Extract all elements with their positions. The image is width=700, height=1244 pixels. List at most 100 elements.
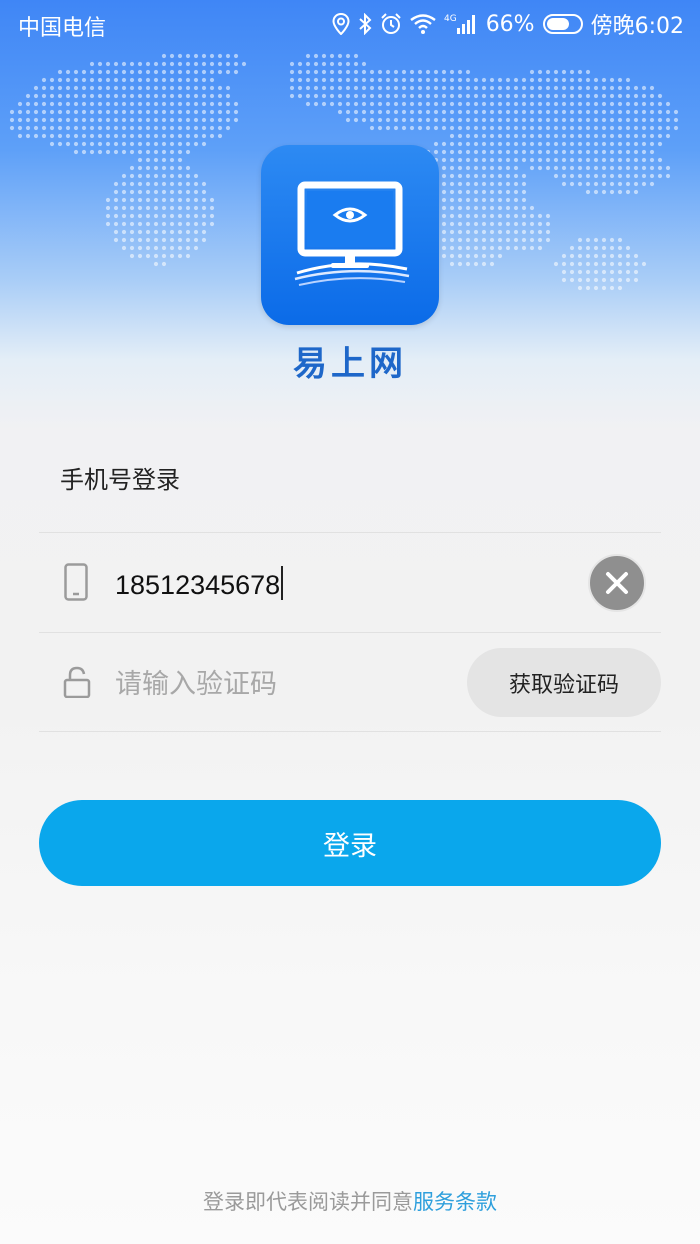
map-dot — [465, 173, 471, 179]
map-dot — [153, 125, 159, 131]
map-dot — [153, 93, 159, 99]
map-dot — [585, 157, 591, 163]
login-button[interactable]: 登录 — [39, 800, 661, 886]
map-dot — [625, 165, 631, 171]
map-dot — [57, 125, 63, 131]
map-dot — [217, 53, 223, 59]
map-dot — [329, 85, 335, 91]
map-dot — [537, 93, 543, 99]
map-dot — [121, 77, 127, 83]
map-dot — [473, 261, 479, 267]
map-dot — [153, 61, 159, 67]
map-dot — [129, 85, 135, 91]
map-dot — [185, 141, 191, 147]
map-dot — [585, 109, 591, 115]
map-dot — [569, 141, 575, 147]
map-dot — [169, 85, 175, 91]
map-dot — [113, 189, 119, 195]
map-dot — [353, 69, 359, 75]
map-dot — [441, 149, 447, 155]
map-dot — [561, 93, 567, 99]
map-dot — [449, 229, 455, 235]
wifi-icon — [409, 14, 436, 34]
map-dot — [57, 141, 63, 147]
map-dot — [193, 221, 199, 227]
map-dot — [353, 53, 359, 59]
map-dot — [161, 53, 167, 59]
map-dot — [89, 125, 95, 131]
map-dot — [585, 141, 591, 147]
map-dot — [481, 109, 487, 115]
map-dot — [297, 85, 303, 91]
map-dot — [665, 133, 671, 139]
map-dot — [633, 173, 639, 179]
map-dot — [617, 149, 623, 155]
map-dot — [489, 173, 495, 179]
map-dot — [353, 117, 359, 123]
map-dot — [89, 61, 95, 67]
get-verification-code-button[interactable]: 获取验证码 — [467, 648, 661, 717]
map-dot — [569, 261, 575, 267]
divider — [39, 632, 661, 633]
phone-input[interactable]: 18512345678 — [115, 566, 284, 601]
map-dot — [113, 133, 119, 139]
map-dot — [521, 141, 527, 147]
map-dot — [321, 69, 327, 75]
map-dot — [457, 157, 463, 163]
map-dot — [561, 157, 567, 163]
map-dot — [505, 173, 511, 179]
map-dot — [121, 205, 127, 211]
map-dot — [625, 149, 631, 155]
map-dot — [41, 101, 47, 107]
map-dot — [577, 85, 583, 91]
map-dot — [577, 93, 583, 99]
map-dot — [57, 117, 63, 123]
map-dot — [513, 181, 519, 187]
map-dot — [521, 189, 527, 195]
map-dot — [185, 149, 191, 155]
map-dot — [137, 149, 143, 155]
map-dot — [585, 237, 591, 243]
map-dot — [73, 93, 79, 99]
map-dot — [81, 69, 87, 75]
map-dot — [529, 205, 535, 211]
map-dot — [625, 173, 631, 179]
terms-of-service-link[interactable]: 服务条款 — [413, 1190, 497, 1214]
clear-phone-button[interactable] — [588, 554, 646, 612]
map-dot — [193, 229, 199, 235]
map-dot — [569, 125, 575, 131]
map-dot — [177, 85, 183, 91]
map-dot — [465, 69, 471, 75]
map-dot — [497, 221, 503, 227]
map-dot — [585, 277, 591, 283]
map-dot — [97, 77, 103, 83]
map-dot — [649, 125, 655, 131]
map-dot — [457, 93, 463, 99]
map-dot — [185, 109, 191, 115]
map-dot — [457, 197, 463, 203]
map-dot — [457, 109, 463, 115]
map-dot — [481, 125, 487, 131]
map-dot — [329, 61, 335, 67]
verification-code-input[interactable] — [115, 664, 445, 704]
map-dot — [129, 165, 135, 171]
map-dot — [369, 93, 375, 99]
map-dot — [225, 93, 231, 99]
map-dot — [601, 77, 607, 83]
map-dot — [577, 125, 583, 131]
map-dot — [145, 85, 151, 91]
map-dot — [593, 77, 599, 83]
map-dot — [481, 221, 487, 227]
map-dot — [145, 189, 151, 195]
map-dot — [585, 189, 591, 195]
map-dot — [649, 101, 655, 107]
map-dot — [369, 101, 375, 107]
map-dot — [97, 85, 103, 91]
map-dot — [193, 205, 199, 211]
map-dot — [585, 149, 591, 155]
map-dot — [185, 165, 191, 171]
map-dot — [313, 61, 319, 67]
map-dot — [369, 85, 375, 91]
map-dot — [409, 93, 415, 99]
map-dot — [665, 173, 671, 179]
